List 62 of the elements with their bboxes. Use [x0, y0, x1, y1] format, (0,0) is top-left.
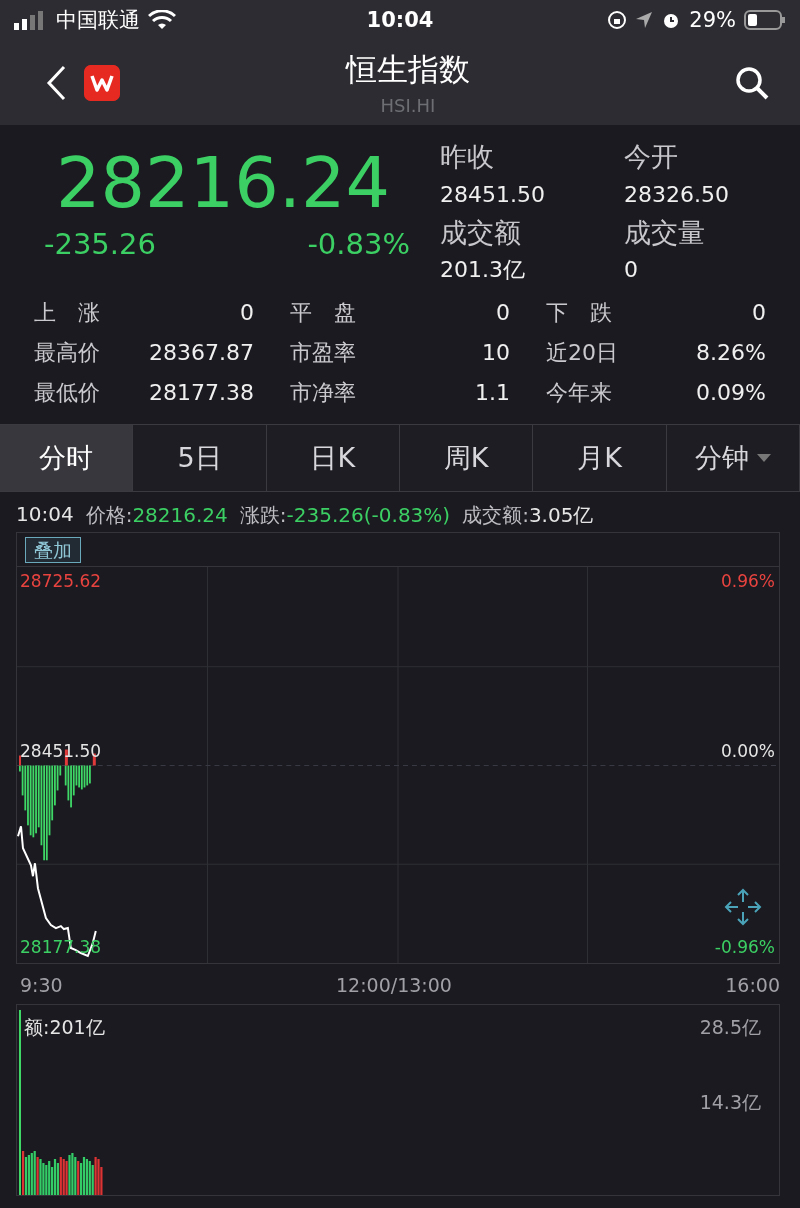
overlay-button[interactable]: 叠加: [25, 536, 81, 563]
volume-axis-label: 14.3亿: [699, 1090, 761, 1115]
time-axis-label: 16:00: [725, 974, 780, 998]
expand-icon[interactable]: [723, 887, 763, 927]
app-logo-icon[interactable]: [84, 64, 120, 101]
info-value: 28216.24: [132, 503, 228, 527]
quote-field-label: 成交量: [624, 216, 706, 250]
time-axis-label: 9:30: [20, 974, 63, 998]
rotation-lock-icon: [607, 10, 628, 30]
stat-value: 0.09%: [696, 379, 766, 407]
stat-label: 市盈率: [290, 339, 356, 367]
stat-value: 8.26%: [696, 339, 766, 367]
period-tab[interactable]: 分时: [0, 425, 134, 491]
index-price: 28216.24: [55, 143, 391, 223]
percent-axis-label: -0.96%: [714, 937, 775, 957]
page-title: 恒生指数: [346, 50, 470, 89]
wifi-icon: [148, 10, 176, 30]
battery-percent: 29%: [689, 8, 736, 32]
status-time: 10:04: [366, 8, 434, 32]
stat-value: 10: [482, 339, 510, 367]
percent-change: -0.83%: [307, 227, 410, 261]
price-axis-label: 28451.50: [20, 741, 102, 761]
quote-field-value: 201.3亿: [440, 256, 526, 285]
location-arrow-icon: [635, 11, 654, 29]
stat-label: 市净率: [290, 379, 356, 407]
volume-label: 额:201亿: [24, 1015, 105, 1040]
ticker-symbol: HSI.HI: [380, 95, 436, 116]
battery-icon: [744, 10, 786, 30]
stat-label: 上 涨: [34, 299, 100, 327]
volume-axis-label: 28.5亿: [699, 1015, 761, 1040]
stat-value: 0: [240, 299, 254, 327]
back-icon[interactable]: [46, 64, 66, 101]
carrier-name: 中国联通: [56, 7, 140, 34]
stat-label: 最低价: [34, 379, 100, 407]
stat-label: 最高价: [34, 339, 100, 367]
time-axis-label: 12:00/13:00: [336, 974, 452, 998]
stat-value: 28367.87: [149, 339, 254, 367]
percent-axis-label: 0.00%: [721, 741, 775, 761]
info-time: 10:04: [16, 502, 74, 526]
quote-field-value: 28451.50: [440, 180, 546, 209]
price-axis-label: 28725.62: [20, 571, 102, 591]
price-change: -235.26: [44, 227, 156, 261]
stat-value: 28177.38: [149, 379, 254, 407]
info-value: 3.05亿: [528, 503, 594, 527]
quote-field-label: 今开: [624, 141, 679, 174]
stat-value: 1.1: [475, 379, 510, 407]
info-label: 成交额:: [462, 503, 529, 527]
quote-field-label: 昨收: [440, 141, 495, 174]
search-icon[interactable]: [734, 64, 770, 101]
stat-label: 今年来: [546, 379, 612, 407]
stat-label: 平 盘: [290, 299, 356, 327]
quote-field-value: 0: [624, 256, 639, 285]
stat-value: 0: [496, 299, 510, 327]
quote-field-value: 28326.50: [624, 180, 730, 209]
percent-axis-label: 0.96%: [721, 571, 775, 591]
stat-label: 近20日: [546, 339, 618, 367]
info-value: -235.26(-0.83%): [286, 503, 451, 527]
info-label: 价格:: [85, 503, 133, 527]
stat-value: 0: [752, 299, 766, 327]
info-label: 涨跌:: [239, 503, 287, 527]
quote-field-label: 成交额: [440, 216, 522, 250]
stat-label: 下 跌: [546, 299, 612, 327]
